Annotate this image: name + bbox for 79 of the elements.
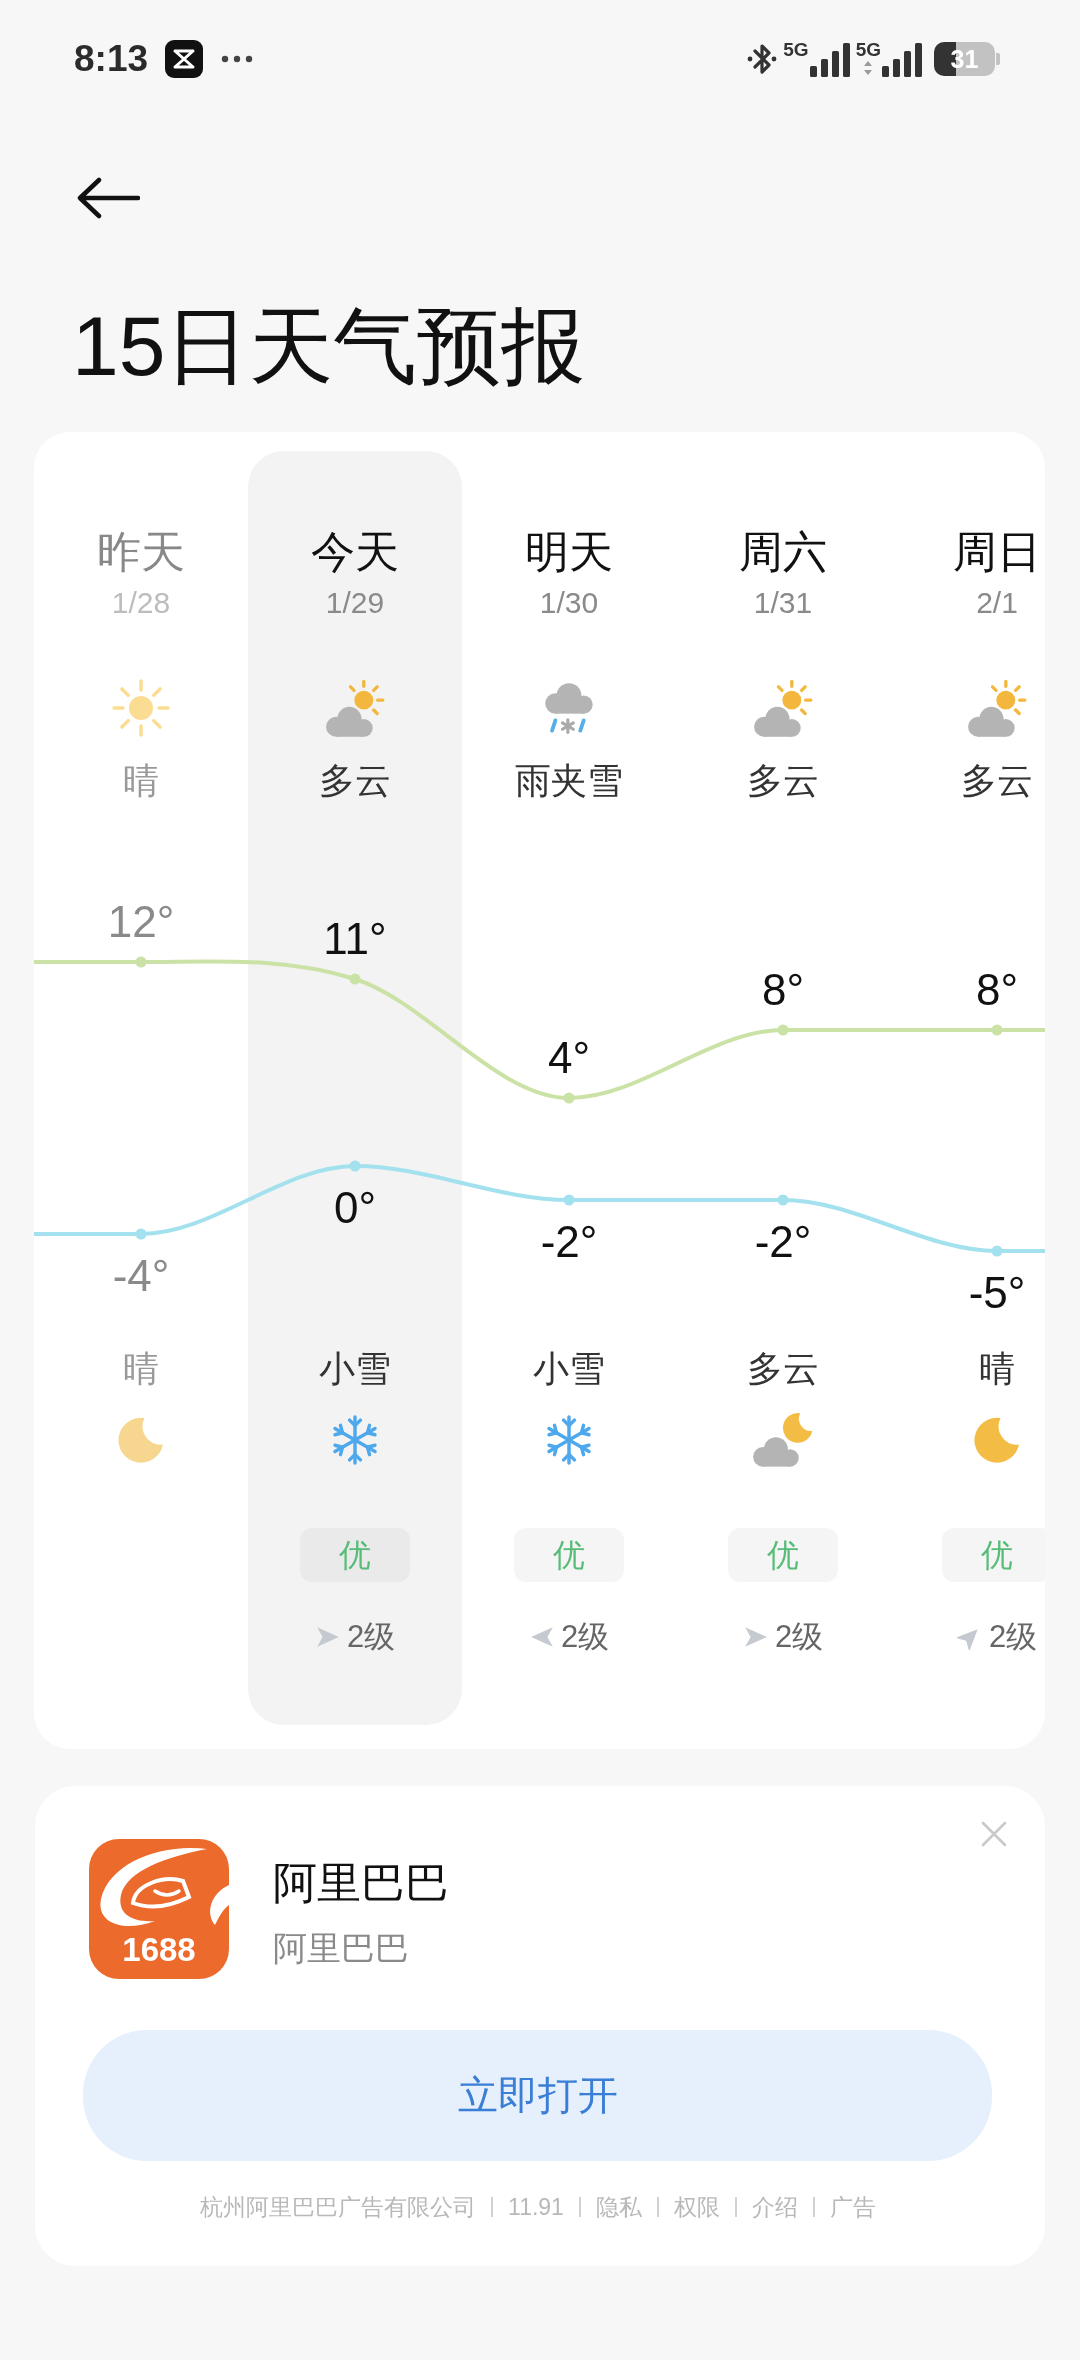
weather-condition: 多云 (747, 759, 819, 803)
date-label: 1/31 (753, 585, 813, 621)
day-name: 昨天 (97, 526, 185, 578)
temperature-label: -4° (112, 1250, 170, 1300)
low-temperature-point (349, 1160, 361, 1172)
temperature-label: 12° (107, 896, 175, 946)
clock-time: 8:13 (74, 37, 149, 81)
crescent-moon-icon (973, 1416, 1021, 1464)
wind-direction-arrow-icon (314, 1624, 341, 1650)
temperature-label: 11° (323, 913, 387, 963)
network-type-label: 5G (783, 41, 809, 59)
low-temperature-point (563, 1194, 575, 1206)
app-subtitle: 阿里巴巴 (273, 1928, 410, 1969)
low-temperature-point (991, 1245, 1003, 1257)
low-temperature-point (777, 1194, 789, 1206)
cloud-with-rain-and-snow-icon (544, 682, 594, 734)
air-quality-badge: 优 (300, 1528, 410, 1582)
temperature-label: 0° (333, 1182, 377, 1232)
day-name: 今天 (311, 526, 399, 578)
app-notification-icon (165, 40, 204, 78)
app-version: 11.91 (508, 2193, 564, 2222)
weather-condition: 晴 (123, 759, 159, 803)
moon-behind-cloud-icon (752, 1412, 814, 1468)
high-temperature-point (135, 956, 147, 968)
high-temperature-point (991, 1024, 1003, 1036)
close-icon (981, 1821, 1007, 1847)
weather-condition: 晴 (979, 1347, 1015, 1391)
wind-level: 2级 (988, 1618, 1038, 1656)
crescent-moon-icon (117, 1416, 165, 1464)
signal-strength-icon (882, 43, 922, 77)
sun-behind-cloud-icon (966, 678, 1028, 738)
open-app-button[interactable]: 立即打开 (83, 2030, 992, 2161)
app-name: 阿里巴巴 (273, 1857, 450, 1909)
wind-direction-arrow-icon (742, 1624, 769, 1650)
wind-level: 2级 (560, 1618, 610, 1656)
wind-level: 2级 (774, 1618, 824, 1656)
wind-level: 2级 (346, 1618, 396, 1656)
sun-behind-cloud-icon (324, 678, 386, 738)
weather-condition: 多云 (319, 759, 391, 803)
network-type-label: 5G (855, 41, 881, 59)
temperature-label: -5° (968, 1267, 1026, 1317)
weather-condition: 小雪 (319, 1347, 391, 1391)
temperature-label: -2° (754, 1216, 812, 1266)
low-temperature-point (135, 1228, 147, 1240)
high-temperature-point (777, 1024, 789, 1036)
air-quality-badge: 优 (728, 1528, 838, 1582)
weather-condition: 雨夹雪 (515, 759, 623, 803)
date-label: 1/29 (325, 585, 385, 621)
weather-condition: 小雪 (533, 1347, 605, 1391)
temperature-label: 4° (547, 1032, 591, 1082)
air-quality-badge: 优 (514, 1528, 624, 1582)
logo-text: 1688 (122, 1931, 196, 1969)
temperature-label: 8° (975, 964, 1019, 1014)
signal-strength-icon (809, 43, 850, 77)
temperature-label: 8° (761, 964, 805, 1014)
page-title: 15日天气预报 (72, 298, 587, 395)
footer-link[interactable]: 权限 (673, 2191, 720, 2223)
weather-condition: 多云 (747, 1347, 819, 1391)
date-label: 1/28 (111, 585, 171, 621)
footer-link[interactable]: 介绍 (751, 2191, 798, 2223)
air-quality-badge: 优 (942, 1528, 1045, 1582)
data-activity-icon (863, 61, 874, 75)
sun-icon (112, 679, 170, 737)
footer-link[interactable]: 广告 (829, 2191, 876, 2223)
sun-behind-cloud-icon (752, 678, 814, 738)
footer-link[interactable]: 隐私 (595, 2191, 642, 2223)
more-notifications-icon (221, 55, 254, 63)
day-name: 周日 (953, 526, 1041, 578)
day-name: 周六 (739, 526, 827, 578)
back-arrow-icon (76, 177, 140, 219)
weather-condition: 晴 (123, 1347, 159, 1391)
date-label: 2/1 (976, 585, 1018, 621)
date-label: 1/30 (539, 585, 599, 621)
advertiser-name: 杭州阿里巴巴广告有限公司 (200, 2193, 477, 2222)
high-temperature-point (349, 973, 361, 985)
day-name: 明天 (525, 526, 613, 578)
weather-condition: 多云 (961, 759, 1033, 803)
high-temperature-point (563, 1092, 575, 1104)
temperature-label: -2° (540, 1216, 598, 1266)
